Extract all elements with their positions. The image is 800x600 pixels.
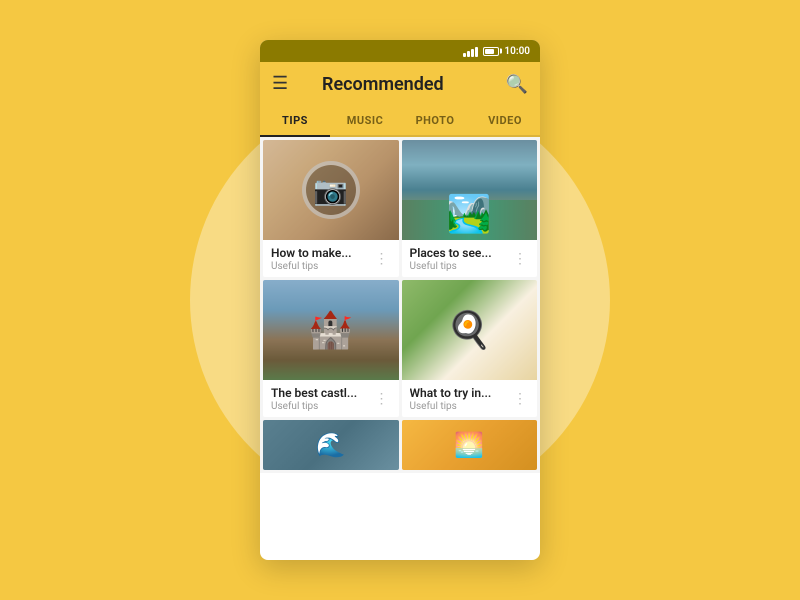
card-1-more-icon[interactable]: ⋮ xyxy=(373,250,391,268)
tab-music[interactable]: MUSIC xyxy=(330,106,400,135)
card-1-text: How to make... Useful tips xyxy=(271,246,373,272)
signal-bar-1 xyxy=(463,53,466,57)
battery-icon xyxy=(483,47,499,56)
card-2-image xyxy=(402,140,538,240)
status-bar: 10:00 xyxy=(260,40,540,62)
card-2-text: Places to see... Useful tips xyxy=(410,246,512,272)
card-4-body: What to try in... Useful tips ⋮ xyxy=(402,380,538,417)
card-3-title: The best castl... xyxy=(271,386,366,400)
tab-video[interactable]: VIDEO xyxy=(470,106,540,135)
tabs-bar: TIPS MUSIC PHOTO VIDEO xyxy=(260,106,540,137)
signal-bar-3 xyxy=(471,49,474,57)
card-6-partial[interactable] xyxy=(402,420,538,470)
signal-bar-2 xyxy=(467,51,470,57)
card-1-subtitle: Useful tips xyxy=(271,261,373,272)
signal-indicator xyxy=(463,45,478,57)
card-5-partial[interactable] xyxy=(263,420,399,470)
card-1-body: How to make... Useful tips ⋮ xyxy=(263,240,399,277)
card-3-body: The best castl... Useful tips ⋮ xyxy=(263,380,399,417)
menu-icon[interactable]: ☰ xyxy=(272,75,288,93)
card-4-text: What to try in... Useful tips xyxy=(410,386,512,412)
bottom-partial-row xyxy=(260,420,540,473)
card-2-body: Places to see... Useful tips ⋮ xyxy=(402,240,538,277)
card-places-to-see[interactable]: Places to see... Useful tips ⋮ xyxy=(402,140,538,277)
page-title: Recommended xyxy=(298,74,467,95)
card-what-to-try[interactable]: What to try in... Useful tips ⋮ xyxy=(402,280,538,417)
card-1-title: How to make... xyxy=(271,246,366,260)
tab-photo[interactable]: PHOTO xyxy=(400,106,470,135)
card-2-title: Places to see... xyxy=(410,246,505,260)
card-grid: How to make... Useful tips ⋮ Places to s… xyxy=(260,137,540,420)
content-area: How to make... Useful tips ⋮ Places to s… xyxy=(260,137,540,473)
card-3-more-icon[interactable]: ⋮ xyxy=(373,390,391,408)
card-5-image xyxy=(263,420,399,470)
card-3-subtitle: Useful tips xyxy=(271,401,373,412)
status-time: 10:00 xyxy=(504,46,530,57)
battery-fill xyxy=(485,49,493,54)
card-4-more-icon[interactable]: ⋮ xyxy=(511,390,529,408)
card-6-image xyxy=(402,420,538,470)
card-1-image xyxy=(263,140,399,240)
tab-tips[interactable]: TIPS xyxy=(260,106,330,135)
phone-frame: 10:00 ☰ Recommended 🔍 TIPS MUSIC PHOTO V… xyxy=(260,40,540,560)
card-best-castle[interactable]: The best castl... Useful tips ⋮ xyxy=(263,280,399,417)
card-how-to-make[interactable]: How to make... Useful tips ⋮ xyxy=(263,140,399,277)
header: ☰ Recommended 🔍 xyxy=(260,62,540,106)
card-2-subtitle: Useful tips xyxy=(410,261,512,272)
card-4-subtitle: Useful tips xyxy=(410,401,512,412)
card-4-title: What to try in... xyxy=(410,386,505,400)
card-3-text: The best castl... Useful tips xyxy=(271,386,373,412)
card-3-image xyxy=(263,280,399,380)
signal-bar-4 xyxy=(475,47,478,57)
card-2-more-icon[interactable]: ⋮ xyxy=(511,250,529,268)
card-4-image xyxy=(402,280,538,380)
search-icon[interactable]: 🔍 xyxy=(506,74,528,95)
